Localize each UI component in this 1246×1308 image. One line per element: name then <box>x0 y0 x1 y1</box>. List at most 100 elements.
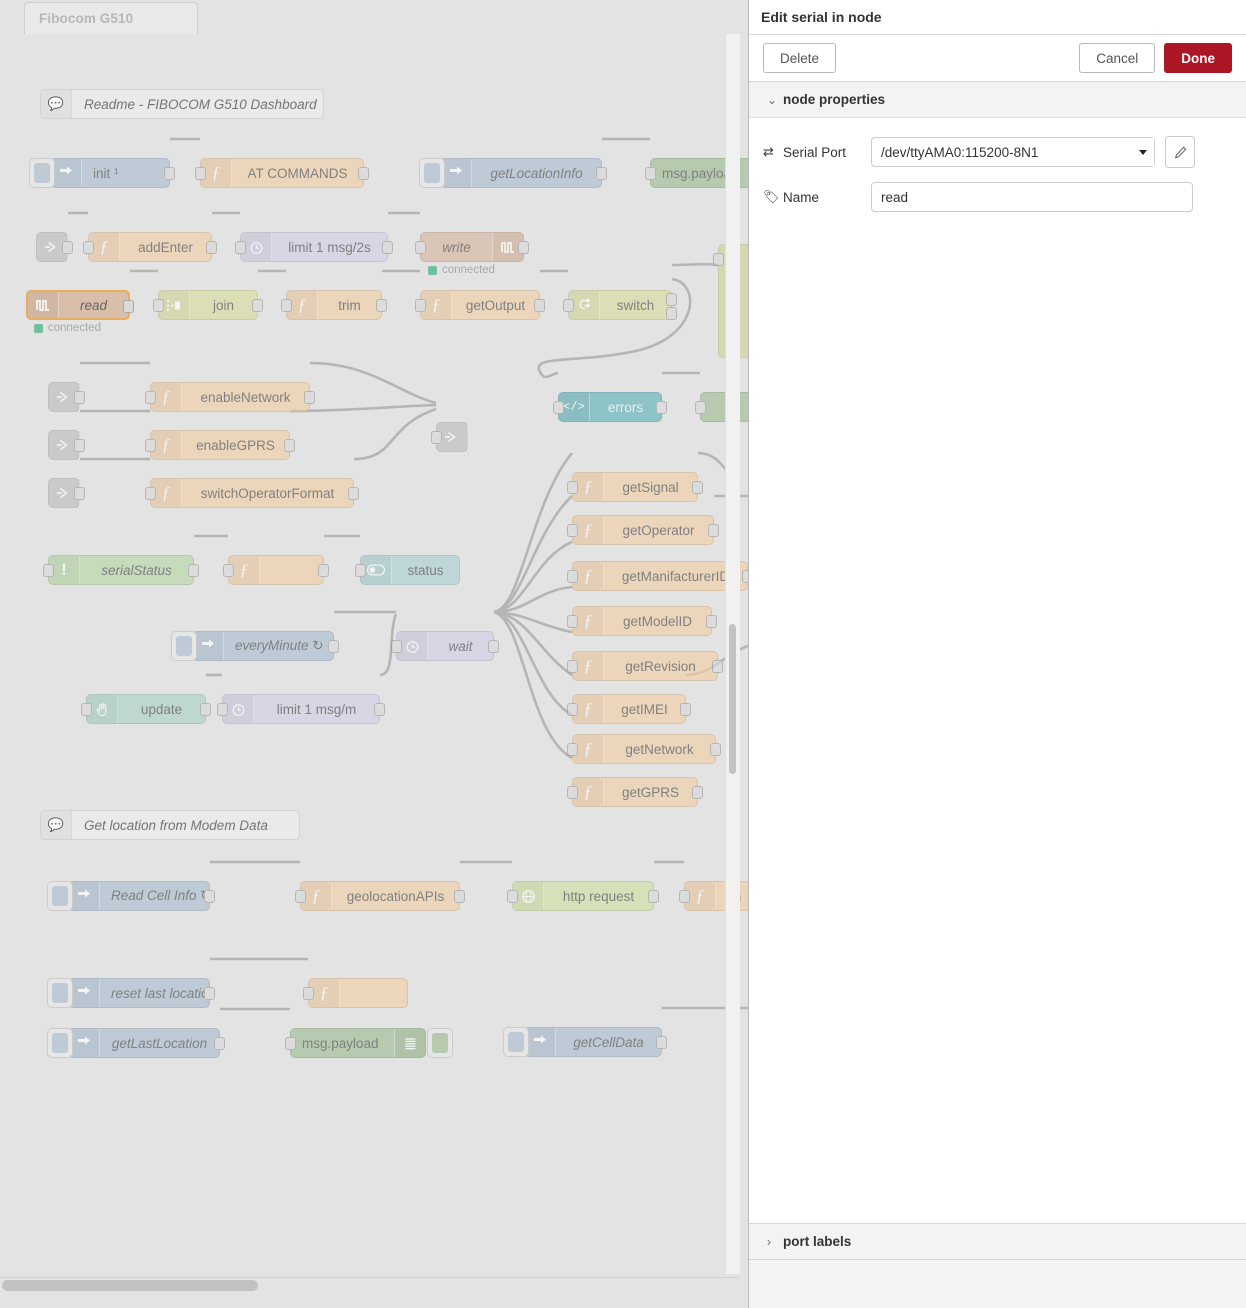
node-input-port[interactable] <box>43 564 54 577</box>
flow-node-limit-1msgm[interactable]: limit 1 msg/m <box>217 694 385 724</box>
inject-trigger-button[interactable] <box>503 1027 529 1057</box>
flow-node-serialstatus[interactable]: ! serialStatus <box>43 555 199 585</box>
node-input-port[interactable] <box>713 253 724 266</box>
inject-trigger-button[interactable] <box>47 1028 73 1058</box>
node-output-port[interactable] <box>692 786 703 799</box>
flow-node-getgprs[interactable]: ƒ getGPRS <box>567 777 703 807</box>
flow-node-errors-debug[interactable] <box>695 392 748 422</box>
done-button[interactable]: Done <box>1164 43 1232 73</box>
flow-node-status[interactable]: status <box>355 555 460 585</box>
node-output-port[interactable] <box>680 703 691 716</box>
debug-toggle-button[interactable] <box>427 1028 453 1058</box>
flow-node-readcellinfo[interactable]: Read Cell Info ↻ <box>47 881 215 911</box>
inject-trigger-button[interactable] <box>47 881 73 911</box>
node-output-port[interactable] <box>692 481 703 494</box>
node-output-port[interactable] <box>252 299 263 312</box>
node-output-port[interactable] <box>74 487 85 500</box>
flow-node-init[interactable]: init ¹ <box>29 158 175 188</box>
node-input-port[interactable] <box>303 987 314 1000</box>
flow-node-getimei[interactable]: ƒ getIMEI <box>567 694 691 724</box>
node-output-port[interactable] <box>188 564 199 577</box>
node-input-port[interactable] <box>153 299 164 312</box>
node-output-port[interactable] <box>710 743 721 756</box>
node-input-port[interactable] <box>415 241 426 254</box>
node-output-port[interactable] <box>488 640 499 653</box>
node-output-port[interactable] <box>164 167 175 180</box>
node-input-port[interactable] <box>281 299 292 312</box>
node-input-port[interactable] <box>567 786 578 799</box>
node-output-port[interactable] <box>708 524 719 537</box>
node-input-port[interactable] <box>567 615 578 628</box>
node-output-port[interactable] <box>200 703 211 716</box>
node-output-port[interactable] <box>204 987 215 1000</box>
node-output-port[interactable] <box>454 890 465 903</box>
flow-node-getlocationinfo[interactable]: getLocationInfo <box>419 158 607 188</box>
node-output-port[interactable] <box>518 241 529 254</box>
flow-workspace[interactable]: Fibocom G510 init ¹ ƒ AT COMMANDS getLoc… <box>0 0 748 1308</box>
node-input-port[interactable] <box>355 564 366 577</box>
name-input[interactable] <box>871 182 1193 212</box>
flow-node-link-in-2[interactable] <box>48 382 85 412</box>
node-output-port[interactable] <box>74 391 85 404</box>
flow-node-link-in-3[interactable] <box>48 430 85 460</box>
node-input-port[interactable] <box>285 1037 296 1050</box>
node-output-port[interactable] <box>666 293 677 306</box>
flow-comment-readme[interactable]: 💬 Readme - FIBOCOM G510 Dashboard <box>40 89 324 119</box>
flow-node-getrevision[interactable]: ƒ getRevision <box>567 651 723 681</box>
node-output-port[interactable] <box>656 1036 667 1049</box>
inject-trigger-button[interactable] <box>171 631 197 661</box>
flow-node-getmodelid[interactable]: ƒ getModelID <box>567 606 717 636</box>
canvas-vertical-scrollbar[interactable] <box>725 34 740 1274</box>
node-input-port[interactable] <box>415 299 426 312</box>
flow-node-getoutput[interactable]: ƒ getOutput <box>415 290 545 320</box>
node-output-port[interactable] <box>712 660 723 673</box>
node-output-port[interactable] <box>648 890 659 903</box>
flow-node-reset-func[interactable]: ƒ <box>303 978 408 1008</box>
inject-trigger-button[interactable] <box>419 158 445 188</box>
node-output-port[interactable] <box>656 401 667 414</box>
node-input-port[interactable] <box>567 660 578 673</box>
flow-node-getmanifacturerid[interactable]: ƒ getManifacturerID <box>567 561 748 591</box>
flow-node-limit-1msg2s[interactable]: limit 1 msg/2s <box>235 232 393 262</box>
node-input-port[interactable] <box>235 241 246 254</box>
canvas-horizontal-scrollbar-thumb[interactable] <box>2 1280 258 1291</box>
node-output-port[interactable] <box>204 890 215 903</box>
flow-node-link-out-1[interactable] <box>431 422 468 452</box>
node-input-port[interactable] <box>431 431 442 444</box>
node-output-port[interactable] <box>348 487 359 500</box>
node-input-port[interactable] <box>679 890 690 903</box>
node-input-port[interactable] <box>391 640 402 653</box>
node-output-port[interactable] <box>62 241 73 254</box>
inject-trigger-button[interactable] <box>47 978 73 1008</box>
node-input-port[interactable] <box>217 703 228 716</box>
node-output-port[interactable] <box>596 167 607 180</box>
node-input-port[interactable] <box>567 703 578 716</box>
node-input-port[interactable] <box>145 487 156 500</box>
flow-node-enablenetwork[interactable]: ƒ enableNetwork <box>145 382 315 412</box>
flow-comment-getloc[interactable]: 💬 Get location from Modem Data <box>40 810 300 840</box>
node-input-port[interactable] <box>195 167 206 180</box>
flow-node-errors[interactable]: </> errors <box>553 392 667 422</box>
node-input-port[interactable] <box>567 481 578 494</box>
flow-node-update[interactable]: update <box>81 694 211 724</box>
edit-serial-port-button[interactable] <box>1165 136 1195 168</box>
node-output-port[interactable] <box>706 615 717 628</box>
node-output-port[interactable] <box>358 167 369 180</box>
node-output-port[interactable] <box>376 299 387 312</box>
node-input-port[interactable] <box>223 564 234 577</box>
flow-node-getcelldata[interactable]: getCellData <box>503 1027 667 1057</box>
cancel-button[interactable]: Cancel <box>1079 43 1156 73</box>
flow-node-msg-payload-2[interactable]: msg.payload <box>285 1028 453 1058</box>
flow-node-link-in-4[interactable] <box>48 478 85 508</box>
flow-node-switchoperator[interactable]: ƒ switchOperatorFormat <box>145 478 359 508</box>
flow-node-read[interactable]: read <box>26 290 134 320</box>
flow-node-at-commands[interactable]: ƒ AT COMMANDS <box>195 158 369 188</box>
node-input-port[interactable] <box>295 890 306 903</box>
serial-port-select[interactable]: /dev/ttyAMA0:115200-8N1 <box>871 137 1155 167</box>
node-input-port[interactable] <box>563 299 574 312</box>
node-input-port[interactable] <box>553 401 564 414</box>
node-output-port[interactable] <box>304 391 315 404</box>
flow-node-getlastlocation[interactable]: getLastLocation <box>47 1028 225 1058</box>
node-output-port[interactable] <box>123 300 134 313</box>
node-input-port[interactable] <box>567 524 578 537</box>
